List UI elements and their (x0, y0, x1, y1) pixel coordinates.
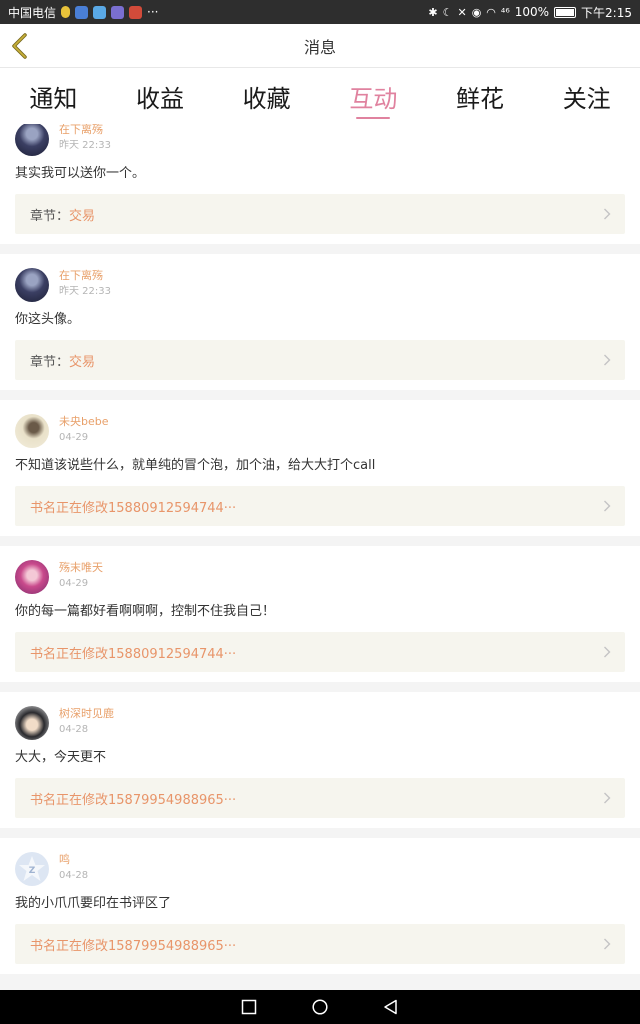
message-list[interactable]: 在下离殇 昨天 22:33 其实我可以送你一个。 章节： 交易 在下离殇 昨天 … (0, 124, 640, 990)
bluetooth-icon: ✱ (428, 5, 438, 19)
message-time: 04-28 (59, 870, 89, 881)
home-circle-icon[interactable] (312, 999, 328, 1015)
tab-notifications[interactable]: 通知 (0, 68, 107, 124)
message-time: 昨天 22:33 (59, 286, 111, 297)
eye-icon: ◉ (471, 5, 482, 19)
user-name[interactable]: 树深时见鹿 (59, 707, 114, 721)
message-content: 大大，今天更不 (15, 750, 107, 765)
carrier-label: 中国电信 (8, 5, 57, 20)
tab-bar: 通知 收益 收藏 互动 鲜花 关注 (0, 68, 640, 124)
status-bar-right: ✱ ☾ ✕ ◉ ◠ ⁴⁶ 100% 下午2:15 (428, 4, 632, 21)
clock: 下午2:15 (581, 5, 632, 20)
user-name[interactable]: 在下离殇 (59, 269, 111, 283)
message-time: 昨天 22:33 (59, 140, 111, 151)
avatar[interactable] (15, 414, 49, 448)
wifi-icon: ◠ (486, 5, 496, 19)
reference-title: 书名正在修改15880912594744··· (30, 646, 237, 662)
reference-title: 书名正在修改15880912594744··· (30, 500, 237, 516)
user-name[interactable]: 未央bebe (59, 415, 109, 429)
reference-title: 书名正在修改15879954988965··· (30, 938, 237, 954)
message-card: 树深时见鹿 04-28 大大，今天更不 书名正在修改15879954988965… (0, 692, 640, 828)
message-time: 04-29 (59, 432, 89, 443)
tab-interactions[interactable]: 互动 (320, 68, 427, 124)
avatar[interactable] (15, 706, 49, 740)
reference-title: 书名正在修改15879954988965··· (30, 792, 237, 808)
signal-icon: ⁴⁶ (500, 5, 510, 19)
chevron-right-icon (604, 500, 611, 512)
reference-prefix: 章节： (30, 208, 70, 224)
battery-icon (554, 6, 577, 18)
chevron-right-icon (604, 792, 611, 804)
user-name[interactable]: 殇末唯天 (59, 561, 103, 575)
book-reference-link[interactable]: 书名正在修改15880912594744··· (15, 632, 625, 672)
status-bar: 中国电信 ··· ✱ ☾ ✕ ◉ ◠ ⁴⁶ 100% 下午2:15 (0, 0, 640, 24)
message-content: 不知道该说些什么，就单纯的冒个泡，加个油，给大大打个call (15, 458, 376, 473)
svg-text:Z: Z (29, 866, 36, 876)
message-card: 殇末唯天 04-29 你的每一篇都好看啊啊啊，控制不住我自己！ 书名正在修改15… (0, 546, 640, 682)
chevron-right-icon (604, 646, 611, 658)
system-nav-bar (0, 990, 640, 1024)
message-time: 04-28 (59, 724, 89, 735)
recents-square-icon[interactable] (241, 999, 257, 1015)
book-reference-link[interactable]: 书名正在修改15879954988965··· (15, 778, 625, 818)
message-content: 你这头像。 (15, 312, 81, 327)
book-reference-link[interactable]: 书名正在修改15880912594744··· (15, 486, 625, 526)
status-bar-left: 中国电信 ··· (8, 4, 158, 21)
default-avatar-icon[interactable]: Z (15, 852, 49, 886)
battery-percent: 100% (514, 5, 550, 19)
avatar[interactable] (15, 124, 49, 156)
user-name[interactable]: 在下离殇 (59, 124, 111, 137)
chevron-right-icon (604, 938, 611, 950)
app-notification-icon (129, 5, 143, 19)
message-time: 04-29 (59, 578, 89, 589)
more-notifications-icon: ··· (147, 5, 159, 19)
app-notification-icon (93, 5, 107, 19)
reference-title: 交易 (69, 354, 96, 370)
chevron-left-icon[interactable] (8, 32, 32, 60)
app-notification-icon (75, 5, 89, 19)
message-card: Z 鸣 04-28 我的小爪爪要印在书评区了 书名正在修改15879954988… (0, 838, 640, 974)
tab-favorites[interactable]: 收藏 (213, 68, 320, 124)
avatar[interactable] (15, 560, 49, 594)
back-triangle-icon[interactable] (383, 999, 399, 1015)
message-content: 其实我可以送你一个。 (15, 166, 146, 181)
tab-following[interactable]: 关注 (533, 68, 640, 124)
notification-icon (61, 6, 71, 18)
message-content: 你的每一篇都好看啊啊啊，控制不住我自己！ (15, 604, 276, 619)
user-name[interactable]: 鸣 (59, 853, 88, 867)
chapter-reference-link[interactable]: 章节： 交易 (15, 194, 625, 234)
message-card: 未央bebe 04-29 不知道该说些什么，就单纯的冒个泡，加个油，给大大打个c… (0, 400, 640, 536)
reference-title: 交易 (69, 208, 96, 224)
reference-prefix: 章节： (30, 354, 70, 370)
moon-icon: ☾ (442, 5, 453, 19)
chevron-right-icon (604, 354, 611, 366)
book-reference-link[interactable]: 书名正在修改15879954988965··· (15, 924, 625, 964)
header: 消息 (0, 24, 640, 68)
mute-icon: ✕ (457, 5, 467, 19)
chevron-right-icon (604, 208, 611, 220)
page-title: 消息 (303, 37, 336, 57)
message-card: 在下离殇 昨天 22:33 其实我可以送你一个。 章节： 交易 (0, 124, 640, 244)
chapter-reference-link[interactable]: 章节： 交易 (15, 340, 625, 380)
message-card: 在下离殇 昨天 22:33 你这头像。 章节： 交易 (0, 254, 640, 390)
message-content: 我的小爪爪要印在书评区了 (15, 896, 172, 911)
tab-flowers[interactable]: 鲜花 (427, 68, 534, 124)
app-notification-icon (111, 5, 125, 19)
avatar[interactable] (15, 268, 49, 302)
tab-earnings[interactable]: 收益 (107, 68, 214, 124)
